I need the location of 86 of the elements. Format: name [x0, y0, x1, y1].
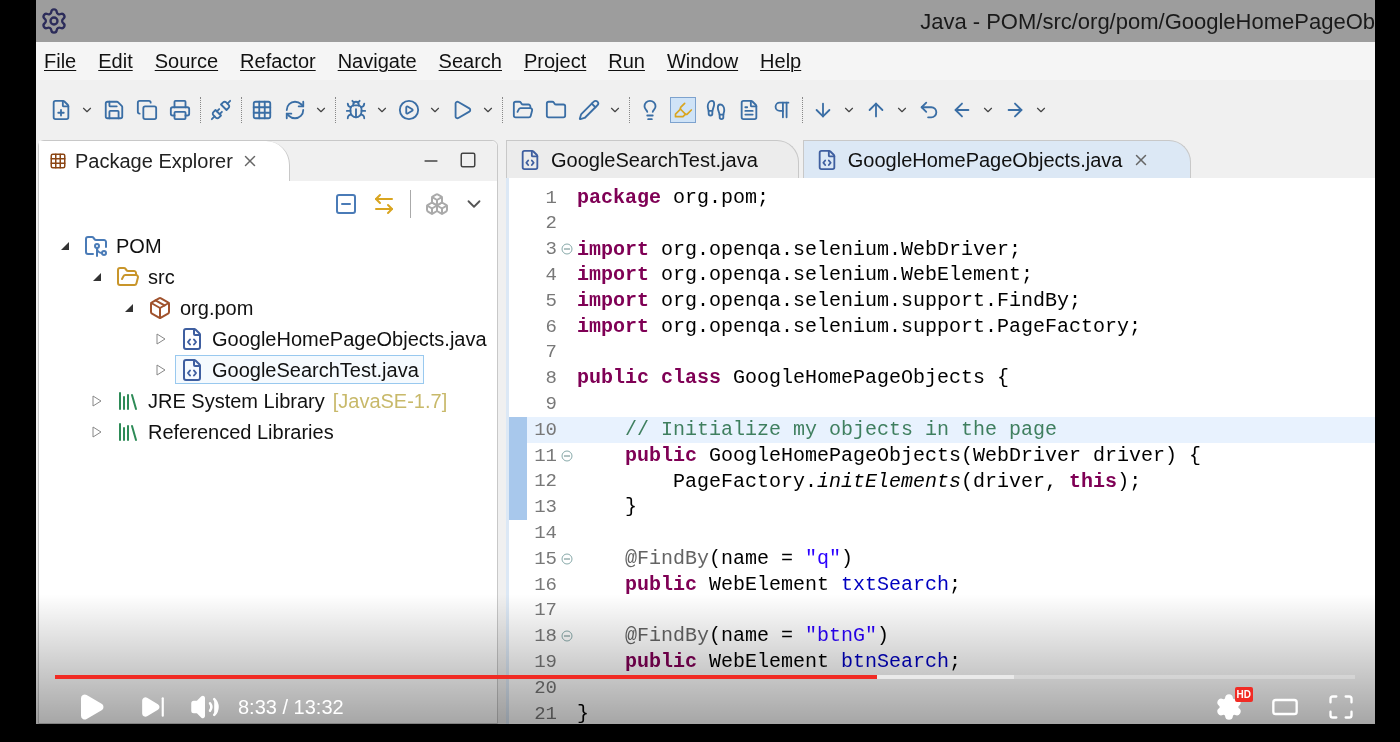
tree-item-label: Referenced Libraries [148, 419, 334, 445]
line-number: 15 [533, 546, 557, 572]
tree-item-label: GoogleHomePageObjects.java [212, 326, 487, 352]
java-file-icon [180, 357, 204, 382]
line-number: 5 [544, 288, 557, 314]
menu-item[interactable]: Edit [98, 46, 133, 76]
line-number: 12 [533, 469, 557, 495]
tree-item-label: POM [116, 233, 162, 259]
line-number: 1 [544, 185, 557, 211]
java-file-icon [180, 326, 204, 351]
line-number: 7 [544, 340, 557, 366]
tab-label: GoogleSearchTest.java [551, 147, 758, 173]
line-number: 21 [533, 701, 557, 724]
editor-tab[interactable]: GoogleSearchTest.java [506, 140, 799, 178]
line-number: 14 [533, 521, 557, 546]
menu-item[interactable]: Run [608, 46, 645, 76]
code-line: import org.openqa.selenium.support.PageFactory; [577, 313, 1142, 340]
source-folder-icon [116, 264, 140, 289]
code-line: public WebElement btnSearch; [624, 649, 962, 676]
code-line: public WebElement txtSearch; [624, 571, 962, 598]
printer-icon[interactable] [167, 97, 193, 123]
line-number: 18 [533, 624, 557, 650]
line-number: 11 [533, 443, 557, 469]
maximize-icon[interactable] [459, 151, 477, 169]
code-line: public GoogleHomePageObjects(WebDriver driver) { [624, 442, 1202, 469]
code-line: PageFactory.initElements(driver, this); [672, 468, 1142, 495]
run-icon[interactable] [396, 97, 422, 123]
menu-item[interactable]: Project [524, 46, 587, 76]
line-number: 20 [533, 675, 557, 701]
collapse-all-icon[interactable] [334, 191, 358, 216]
fullscreen-icon[interactable] [1327, 693, 1355, 721]
tree-item[interactable]: GoogleHomePageObjects.java [175, 324, 492, 353]
menu-item[interactable]: Refactor [240, 46, 316, 76]
code-line: package org.pom; [577, 184, 770, 211]
code-line: @FindBy(name = "btnG") [624, 623, 890, 650]
tree-item[interactable]: Referenced Libraries [111, 417, 339, 446]
code-line: @FindBy(name = "q") [624, 546, 854, 573]
line-number: 8 [544, 366, 557, 392]
line-number: 16 [533, 572, 557, 598]
tree-item[interactable]: JRE System Library [JavaSE-1.7] [111, 386, 453, 415]
window-title: Java - POM/src/org/pom/GoogleHomePageOb [920, 7, 1375, 36]
line-number: 4 [544, 263, 557, 289]
line-number: 17 [533, 598, 557, 624]
view-title: Package Explorer [75, 149, 233, 174]
menu-item[interactable]: Source [154, 46, 219, 76]
tab-label: GoogleHomePageObjects.java [847, 147, 1123, 173]
line-number: 10 [533, 417, 557, 443]
code-line: public class GoogleHomePageObjects { [577, 365, 1010, 392]
progress-track[interactable] [55, 675, 1355, 679]
line-number: 2 [544, 211, 557, 237]
code-line: import org.openqa.selenium.WebElement; [577, 262, 1034, 289]
package-icon [148, 295, 172, 320]
code-line: } [577, 700, 589, 724]
menu-item[interactable]: Navigate [337, 46, 417, 76]
java-file-icon [519, 148, 541, 171]
time-display: 8:33 / 13:32 [238, 695, 344, 720]
line-number: 3 [544, 237, 557, 263]
code-line: import org.openqa.selenium.support.FindBy; [577, 288, 1082, 315]
tree-item[interactable]: POM [79, 231, 167, 260]
tree-item[interactable]: src [111, 262, 180, 291]
view-tab[interactable]: Package Explorer [39, 141, 290, 181]
plug-icon[interactable] [208, 97, 234, 123]
code-line: } [624, 494, 637, 521]
tree-item-label: JRE System Library [148, 388, 325, 414]
tree-item-label: org.pom [180, 295, 254, 321]
menu-item[interactable]: Help [760, 46, 802, 76]
line-number: 13 [533, 495, 557, 521]
tree-item-label: GoogleSearchTest.java [212, 357, 419, 383]
project-icon [84, 233, 108, 258]
tree-item-decoration: [JavaSE-1.7] [332, 388, 448, 414]
line-number: 19 [533, 650, 557, 675]
package-explorer-icon [49, 152, 67, 170]
editor-tab[interactable]: GoogleHomePageObjects.java [802, 140, 1192, 178]
code-line: // Initialize my objects in the page [624, 417, 1058, 444]
tree-item[interactable]: org.pom [143, 293, 259, 322]
tree-item-label: src [148, 264, 175, 290]
app-logo-icon [40, 7, 68, 35]
tree-item[interactable]: GoogleSearchTest.java [175, 355, 424, 384]
pencil-icon[interactable] [576, 97, 602, 123]
code-line: import org.openqa.selenium.WebDriver; [577, 236, 1022, 263]
menu-item[interactable]: Window [666, 46, 739, 76]
line-number: 6 [544, 314, 557, 340]
line-number: 9 [544, 392, 557, 418]
menu-item[interactable]: Search [438, 46, 502, 76]
menu-item[interactable]: File [44, 46, 77, 76]
copy-icon[interactable] [134, 97, 160, 123]
